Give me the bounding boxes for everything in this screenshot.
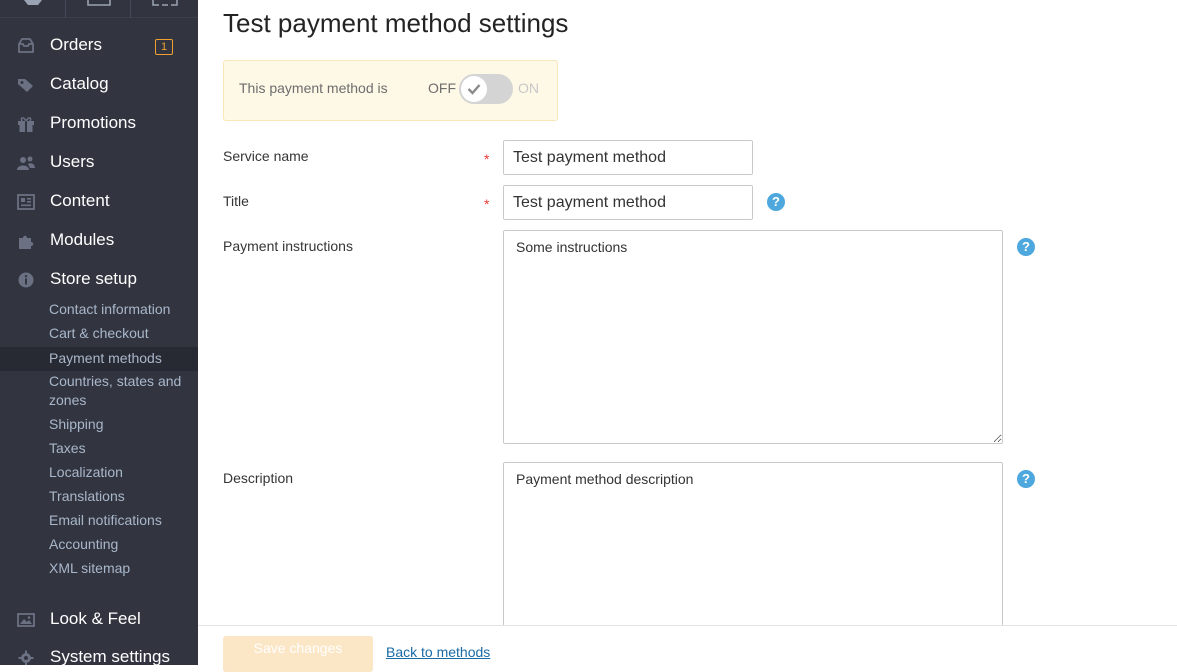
info-icon — [18, 272, 34, 288]
save-changes-button[interactable]: Save changes — [223, 636, 373, 672]
orders-count-badge: 1 — [155, 39, 173, 55]
sidebar-subitem-accounting[interactable]: Accounting — [0, 535, 198, 554]
sidebar: Orders 1 Catalog Promotions Users Conten… — [0, 0, 198, 665]
status-toggle[interactable] — [459, 74, 513, 104]
sidebar-subitem-localization[interactable]: Localization — [0, 463, 198, 482]
sidebar-item-users[interactable]: Users — [0, 145, 198, 181]
sidebar-subitem-xml-sitemap[interactable]: XML sitemap — [0, 559, 198, 578]
expand-icon — [152, 0, 178, 6]
sidebar-item-label: Catalog — [50, 74, 109, 93]
toggle-off-label: OFF — [428, 80, 456, 96]
top-window-button[interactable] — [66, 0, 131, 18]
title-help-icon[interactable]: ? — [767, 193, 785, 211]
description-help-icon[interactable]: ? — [1017, 470, 1035, 488]
window-icon — [87, 0, 111, 6]
sidebar-item-look-feel[interactable]: Look & Feel — [0, 602, 198, 638]
title-label: Title — [223, 193, 249, 209]
puzzle-icon — [19, 235, 34, 249]
users-icon — [17, 156, 35, 170]
description-label: Description — [223, 470, 294, 486]
sidebar-item-catalog[interactable]: Catalog — [0, 67, 198, 103]
title-input[interactable] — [503, 185, 753, 220]
sidebar-item-store-setup[interactable]: Store setup — [0, 262, 198, 298]
content-icon — [17, 194, 35, 210]
sidebar-subitem-payment-methods[interactable]: Payment methods — [0, 347, 198, 371]
sidebar-item-label: Users — [50, 152, 95, 171]
sidebar-item-modules[interactable]: Modules — [0, 223, 198, 259]
payment-instructions-label: Payment instructions — [223, 238, 353, 254]
sidebar-top-toolbar — [0, 0, 198, 18]
sidebar-item-label: Content — [50, 191, 110, 210]
sidebar-item-content[interactable]: Content — [0, 184, 198, 220]
service-name-input[interactable] — [503, 140, 753, 175]
status-box: This payment method is OFF ON — [223, 60, 558, 121]
sidebar-subitem-cart-checkout[interactable]: Cart & checkout — [0, 324, 198, 343]
gear-icon — [24, 0, 42, 5]
sidebar-item-label: Modules — [50, 230, 115, 249]
sidebar-item-label: Orders — [50, 35, 102, 54]
sidebar-subitem-shipping[interactable]: Shipping — [0, 415, 198, 434]
status-label: This payment method is — [239, 80, 388, 96]
toggle-knob — [461, 76, 487, 102]
payment-instructions-help-icon[interactable]: ? — [1017, 238, 1035, 256]
gift-icon — [18, 117, 34, 132]
sidebar-item-system-settings[interactable]: System settings — [0, 640, 198, 665]
required-mark: * — [484, 151, 490, 167]
sidebar-subitem-countries-states-zones[interactable]: Countries, states and zones — [0, 372, 198, 410]
check-icon — [467, 84, 481, 95]
tag-icon — [18, 79, 33, 92]
required-mark: * — [484, 196, 490, 212]
sidebar-item-label: Store setup — [50, 269, 137, 288]
sidebar-subitem-translations[interactable]: Translations — [0, 487, 198, 506]
sidebar-item-label: Look & Feel — [50, 609, 141, 628]
top-expand-button[interactable] — [131, 0, 198, 18]
gear-icon — [18, 650, 34, 665]
sidebar-item-orders[interactable]: Orders 1 — [0, 28, 198, 64]
inbox-icon — [18, 38, 34, 53]
sidebar-item-label: Promotions — [50, 113, 136, 132]
page-title: Test payment method settings — [223, 8, 569, 38]
back-to-methods-link[interactable]: Back to methods — [386, 644, 490, 660]
sidebar-subitem-contact-information[interactable]: Contact information — [0, 300, 198, 319]
sidebar-item-label: System settings — [50, 647, 170, 665]
service-name-label: Service name — [223, 148, 309, 164]
sidebar-item-promotions[interactable]: Promotions — [0, 106, 198, 142]
footer-bar: Save changes Back to methods — [198, 625, 1177, 672]
image-icon — [17, 613, 35, 627]
main-content: Test payment method settings This paymen… — [198, 0, 1177, 672]
top-gear-button[interactable] — [0, 0, 66, 18]
sidebar-subitem-taxes[interactable]: Taxes — [0, 439, 198, 458]
payment-instructions-textarea[interactable]: Some instructions — [503, 230, 1003, 444]
sidebar-subitem-email-notifications[interactable]: Email notifications — [0, 511, 198, 530]
toggle-on-label: ON — [518, 80, 539, 96]
